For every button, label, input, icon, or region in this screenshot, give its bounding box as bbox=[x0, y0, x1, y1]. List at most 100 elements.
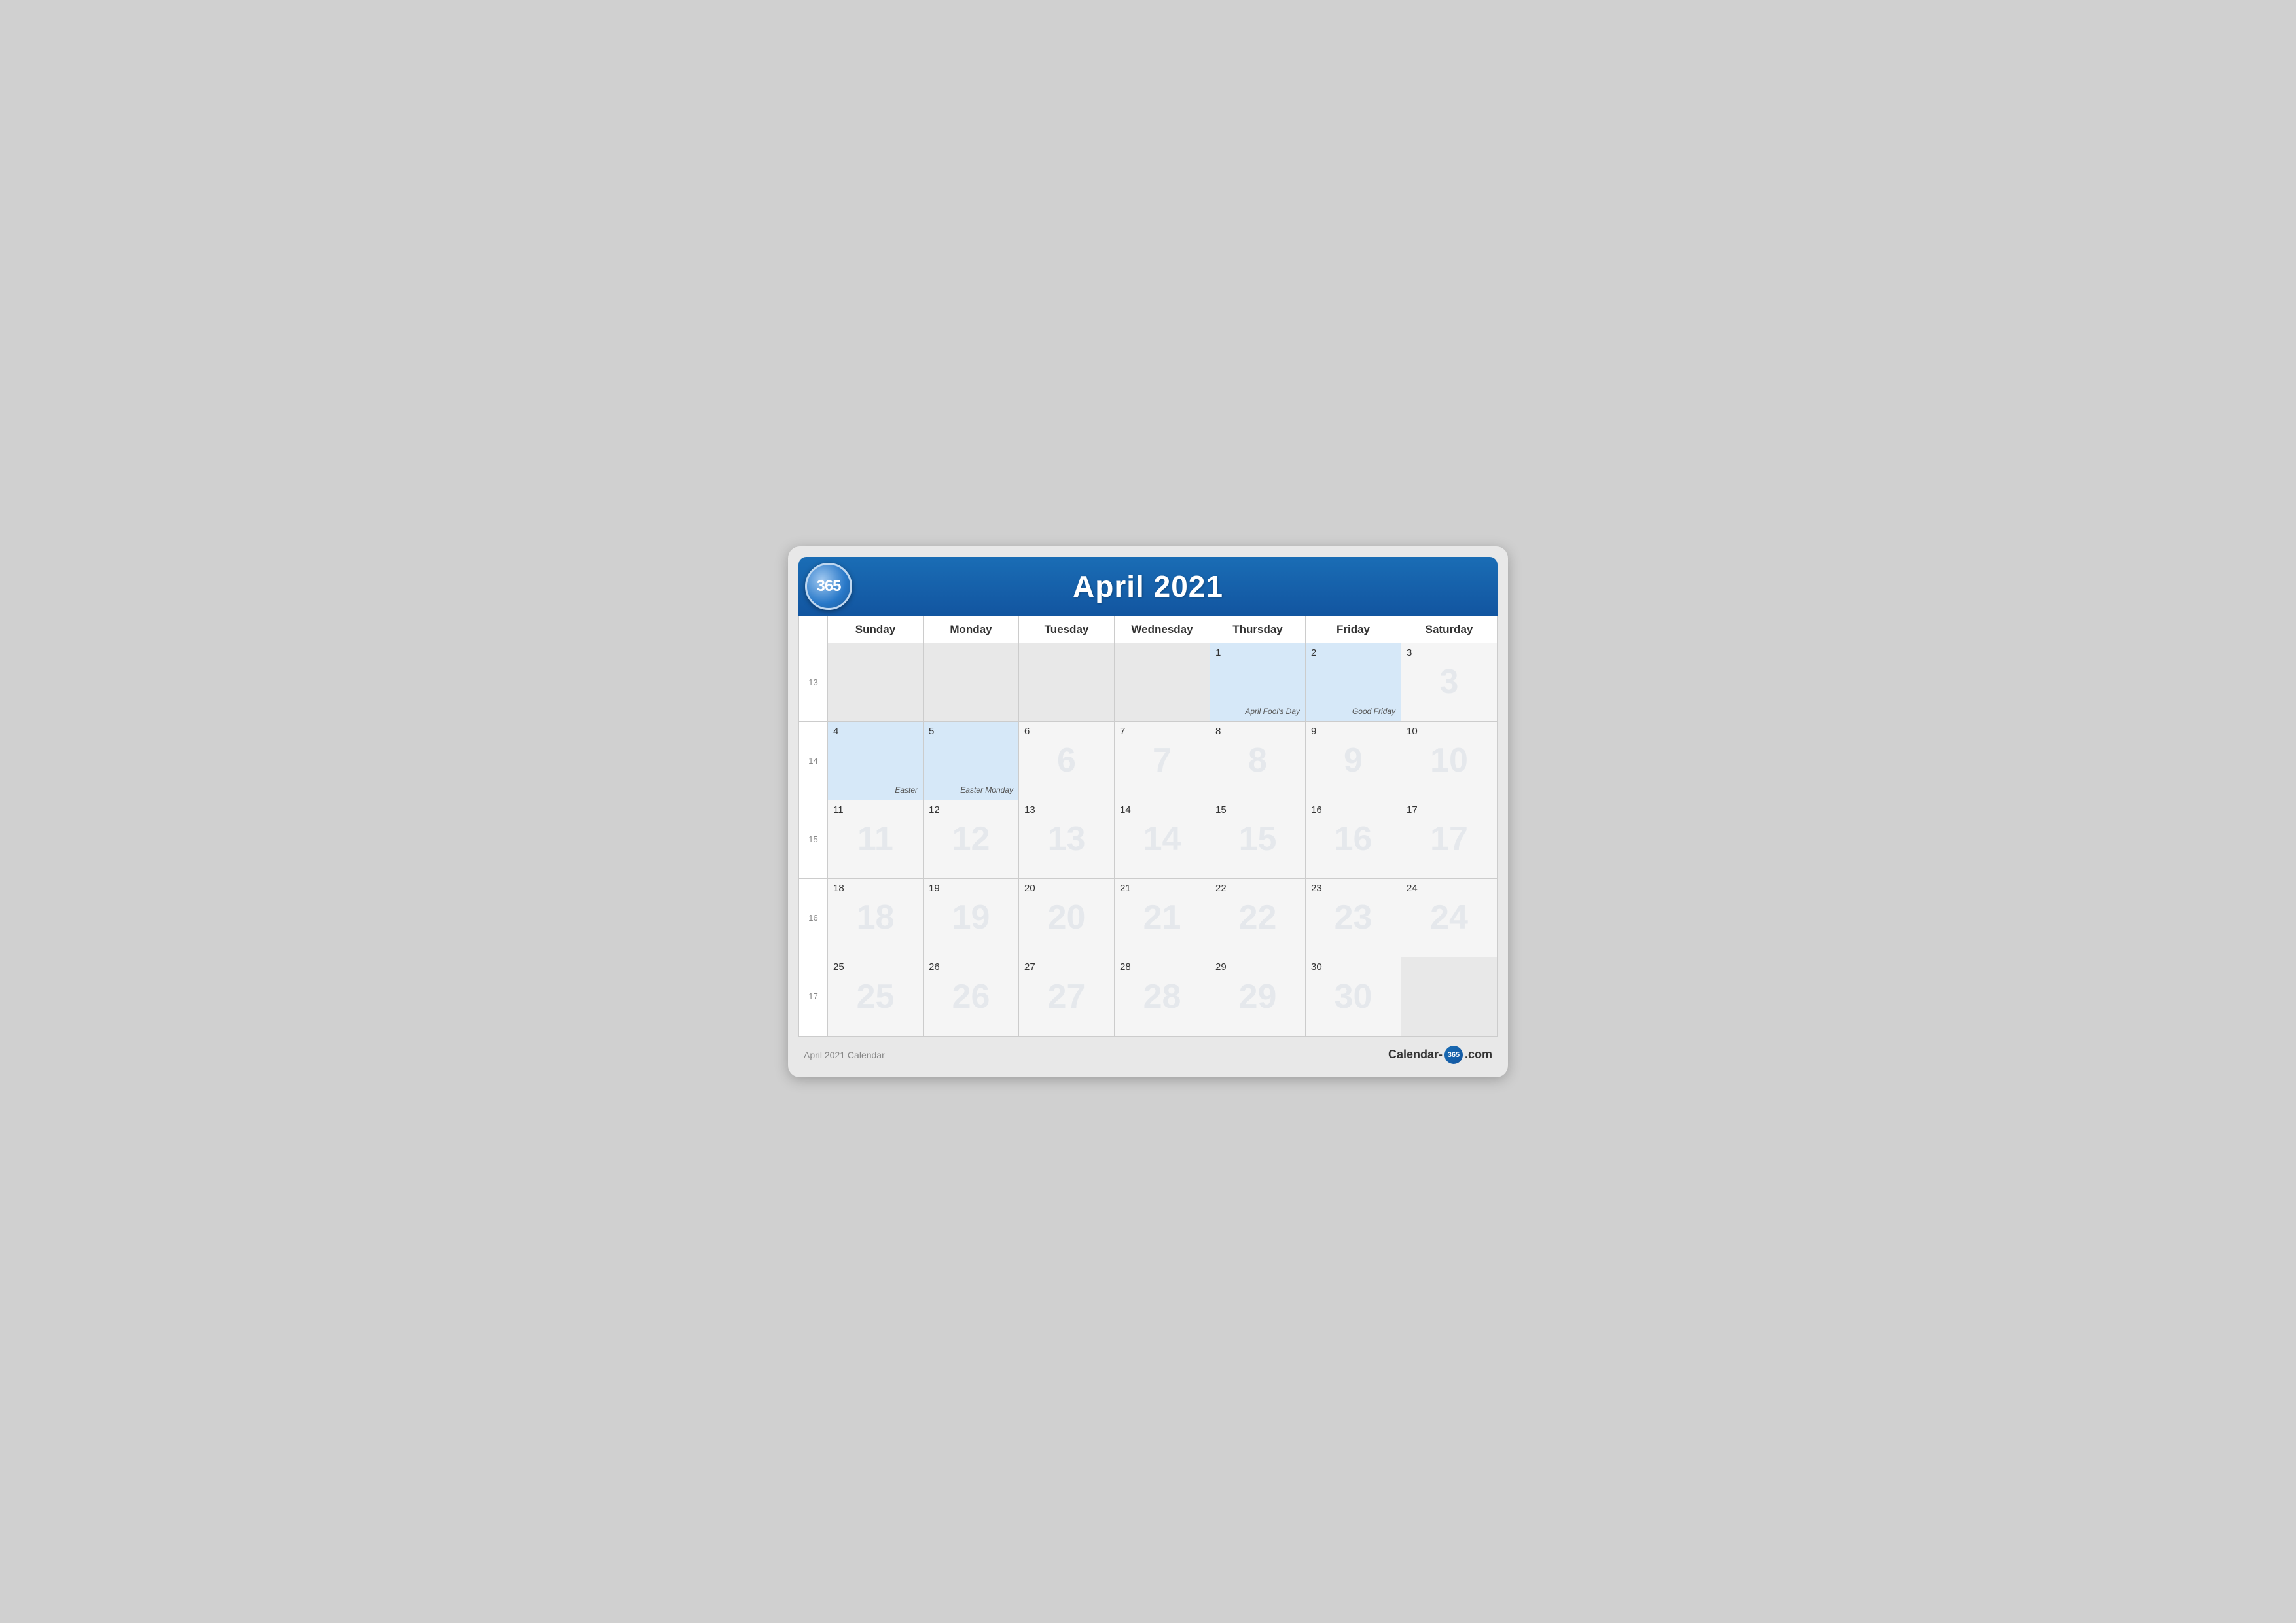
week-num-16: 16 bbox=[799, 879, 828, 957]
day-cell-1: 1April Fool's Day bbox=[1210, 643, 1306, 722]
day-number: 8 bbox=[1215, 726, 1300, 737]
day-cell-30: 3030 bbox=[1306, 957, 1401, 1036]
day-number: 4 bbox=[833, 726, 918, 737]
calendar-grid: 131April Fool's Day2Good Friday33144East… bbox=[799, 643, 1497, 1036]
day-number: 11 bbox=[833, 804, 918, 815]
day-cell-9: 99 bbox=[1306, 722, 1401, 800]
day-cell-21: 2121 bbox=[1115, 879, 1210, 957]
day-cell-empty bbox=[1115, 643, 1210, 722]
day-number: 18 bbox=[833, 883, 918, 894]
day-number: 21 bbox=[1120, 883, 1204, 894]
day-number: 25 bbox=[833, 961, 918, 972]
watermark: 24 bbox=[1430, 898, 1468, 937]
day-number: 19 bbox=[929, 883, 1013, 894]
day-cell-18: 1818 bbox=[828, 879, 924, 957]
day-number: 13 bbox=[1024, 804, 1109, 815]
day-cell-13: 1313 bbox=[1019, 800, 1115, 879]
watermark: 12 bbox=[952, 819, 990, 859]
day-cell-12: 1212 bbox=[924, 800, 1019, 879]
day-header-tuesday: Tuesday bbox=[1019, 616, 1115, 643]
day-number: 3 bbox=[1407, 647, 1492, 658]
day-cell-17: 1717 bbox=[1401, 800, 1497, 879]
calendar-title: April 2021 bbox=[1073, 569, 1223, 604]
day-number: 6 bbox=[1024, 726, 1109, 737]
week-num-17: 17 bbox=[799, 957, 828, 1036]
day-number: 15 bbox=[1215, 804, 1300, 815]
footer-caption: April 2021 Calendar bbox=[804, 1050, 885, 1060]
watermark: 19 bbox=[952, 898, 990, 937]
day-header-monday: Monday bbox=[924, 616, 1019, 643]
watermark: 13 bbox=[1048, 819, 1086, 859]
watermark: 21 bbox=[1143, 898, 1181, 937]
watermark: 6 bbox=[1057, 741, 1076, 780]
day-cell-8: 88 bbox=[1210, 722, 1306, 800]
day-cell-20: 2020 bbox=[1019, 879, 1115, 957]
day-cell-7: 77 bbox=[1115, 722, 1210, 800]
watermark: 7 bbox=[1153, 741, 1172, 780]
footer-brand-before: Calendar- bbox=[1388, 1048, 1443, 1061]
watermark: 20 bbox=[1048, 898, 1086, 937]
day-number: 26 bbox=[929, 961, 1013, 972]
watermark: 9 bbox=[1344, 741, 1363, 780]
week-num-13: 13 bbox=[799, 643, 828, 722]
day-cell-10: 1010 bbox=[1401, 722, 1497, 800]
week-num-15: 15 bbox=[799, 800, 828, 879]
calendar-page: 365 April 2021 SundayMondayTuesdayWednes… bbox=[788, 546, 1508, 1077]
day-header-wednesday: Wednesday bbox=[1115, 616, 1210, 643]
day-number: 24 bbox=[1407, 883, 1492, 894]
day-headers-row: SundayMondayTuesdayWednesdayThursdayFrid… bbox=[799, 616, 1497, 643]
day-cell-27: 2727 bbox=[1019, 957, 1115, 1036]
day-number: 2 bbox=[1311, 647, 1395, 658]
watermark: 3 bbox=[1440, 662, 1459, 702]
watermark: 26 bbox=[952, 977, 990, 1016]
logo-badge: 365 bbox=[805, 563, 852, 610]
day-number: 14 bbox=[1120, 804, 1204, 815]
day-number: 16 bbox=[1311, 804, 1395, 815]
day-cell-14: 1414 bbox=[1115, 800, 1210, 879]
day-cell-22: 2222 bbox=[1210, 879, 1306, 957]
day-cell-empty bbox=[828, 643, 924, 722]
watermark: 25 bbox=[857, 977, 895, 1016]
day-cell-23: 2323 bbox=[1306, 879, 1401, 957]
watermark: 23 bbox=[1335, 898, 1372, 937]
watermark: 28 bbox=[1143, 977, 1181, 1016]
day-number: 20 bbox=[1024, 883, 1109, 894]
calendar-grid-container: SundayMondayTuesdayWednesdayThursdayFrid… bbox=[798, 616, 1498, 1037]
day-cell-26: 2626 bbox=[924, 957, 1019, 1036]
watermark: 18 bbox=[857, 898, 895, 937]
watermark: 8 bbox=[1248, 741, 1267, 780]
watermark: 17 bbox=[1430, 819, 1468, 859]
day-number: 10 bbox=[1407, 726, 1492, 737]
calendar-footer: April 2021 Calendar Calendar- 365 .com bbox=[798, 1037, 1498, 1067]
watermark: 14 bbox=[1143, 819, 1181, 859]
day-number: 23 bbox=[1311, 883, 1395, 894]
day-number: 30 bbox=[1311, 961, 1395, 972]
day-cell-3: 33 bbox=[1401, 643, 1497, 722]
watermark: 16 bbox=[1335, 819, 1372, 859]
day-cell-24: 2424 bbox=[1401, 879, 1497, 957]
day-cell-empty bbox=[924, 643, 1019, 722]
watermark: 30 bbox=[1335, 977, 1372, 1016]
day-cell-5: 5 Easter Monday bbox=[924, 722, 1019, 800]
calendar-header: 365 April 2021 bbox=[798, 557, 1498, 616]
holiday-label: April Fool's Day bbox=[1215, 707, 1300, 717]
day-header-saturday: Saturday bbox=[1401, 616, 1497, 643]
day-number: 22 bbox=[1215, 883, 1300, 894]
footer-brand-after: .com bbox=[1465, 1048, 1492, 1061]
day-cell-empty bbox=[1401, 957, 1497, 1036]
holiday-label: Easter Monday bbox=[929, 785, 1013, 796]
day-cell-19: 1919 bbox=[924, 879, 1019, 957]
holiday-label: Good Friday bbox=[1311, 707, 1395, 717]
day-cell-4: 4Easter bbox=[828, 722, 924, 800]
day-header-sunday: Sunday bbox=[828, 616, 924, 643]
day-number: 7 bbox=[1120, 726, 1204, 737]
day-cell-15: 1515 bbox=[1210, 800, 1306, 879]
day-header-thursday: Thursday bbox=[1210, 616, 1306, 643]
day-cell-empty bbox=[1019, 643, 1115, 722]
day-number: 5 bbox=[929, 726, 1013, 737]
day-cell-6: 66 bbox=[1019, 722, 1115, 800]
watermark: 27 bbox=[1048, 977, 1086, 1016]
week-num-14: 14 bbox=[799, 722, 828, 800]
day-cell-11: 1111 bbox=[828, 800, 924, 879]
watermark: 15 bbox=[1239, 819, 1277, 859]
